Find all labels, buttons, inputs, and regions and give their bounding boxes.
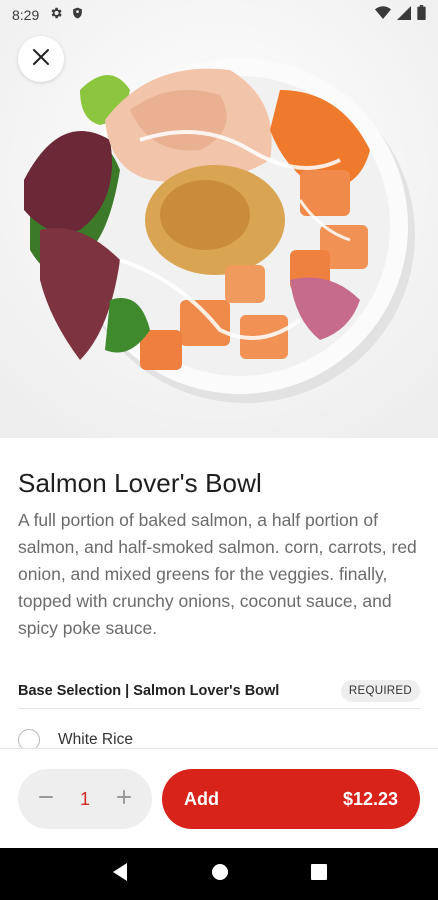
quantity-stepper: 1	[18, 769, 152, 829]
poke-bowl-illustration	[0, 0, 438, 438]
minus-icon	[38, 789, 54, 810]
required-badge: REQUIRED	[340, 680, 420, 702]
close-icon	[32, 48, 50, 71]
decrement-button[interactable]	[32, 785, 60, 813]
add-button-price: $12.23	[342, 788, 398, 809]
battery-icon	[417, 5, 426, 25]
increment-button[interactable]	[110, 785, 138, 813]
gear-icon	[49, 6, 63, 25]
wifi-icon	[375, 5, 391, 25]
option-section-header: Base Selection | Salmon Lover's Bowl REQ…	[18, 676, 420, 706]
close-button[interactable]	[18, 36, 64, 82]
product-title: Salmon Lover's Bowl	[18, 468, 262, 498]
plus-icon	[116, 789, 132, 810]
section-title: Base Selection | Salmon Lover's Bowl	[18, 683, 280, 699]
add-to-cart-button[interactable]: Add $12.23	[162, 769, 420, 829]
status-time: 8:29	[12, 7, 40, 23]
product-image	[0, 0, 438, 438]
shield-icon	[71, 6, 84, 25]
bottom-action-bar: 1 Add $12.23	[0, 748, 438, 848]
back-icon[interactable]	[111, 862, 129, 887]
recents-icon[interactable]	[311, 863, 327, 885]
system-navigation-bar	[0, 848, 438, 900]
product-description: A full portion of baked salmon, a half p…	[18, 510, 417, 638]
status-bar: 8:29	[0, 0, 438, 30]
signal-icon	[397, 5, 411, 25]
option-label: White Rice	[58, 731, 133, 748]
home-icon[interactable]	[211, 863, 229, 886]
divider	[18, 708, 420, 709]
add-button-label: Add	[184, 788, 219, 809]
quantity-value: 1	[79, 788, 90, 809]
